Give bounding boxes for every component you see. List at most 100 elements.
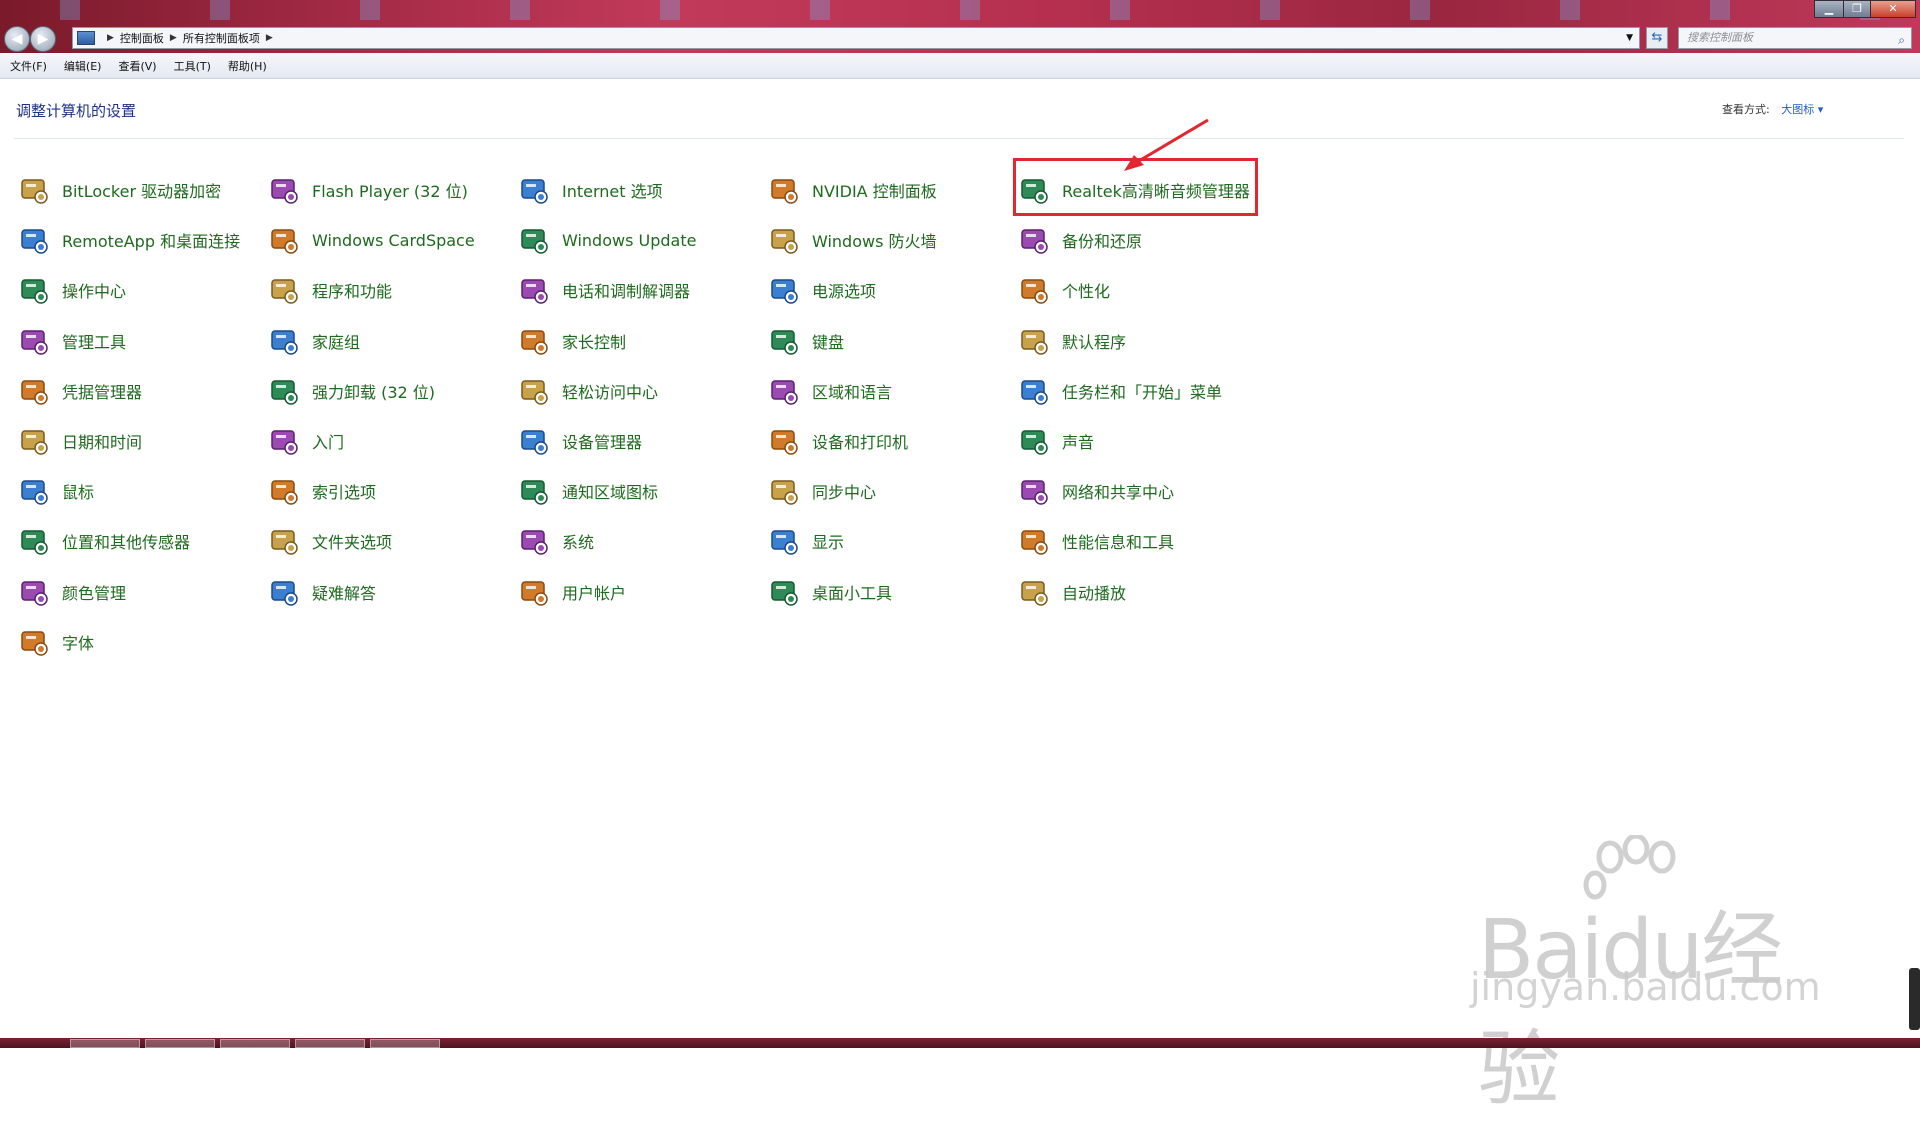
- breadcrumb-separator-icon[interactable]: ▶: [266, 33, 273, 43]
- back-button[interactable]: ◀: [4, 26, 30, 52]
- menu-tools[interactable]: 工具(T): [164, 58, 218, 74]
- control-panel-item-label: Internet 选项: [562, 182, 663, 201]
- control-panel-item[interactable]: 管理工具: [18, 323, 126, 359]
- control-panel-item[interactable]: BitLocker 驱动器加密: [18, 172, 221, 208]
- control-panel-item-label: 位置和其他传感器: [62, 533, 191, 553]
- maximize-button[interactable]: ❐: [1843, 0, 1871, 18]
- control-panel-item[interactable]: 设备和打印机: [768, 423, 908, 459]
- control-panel-item[interactable]: Flash Player (32 位): [268, 172, 468, 208]
- font-folder-icon: [18, 626, 50, 658]
- mouse-icon: [18, 475, 50, 507]
- control-panel-item[interactable]: 桌面小工具: [768, 574, 892, 610]
- refresh-button[interactable]: ⇆: [1646, 27, 1668, 49]
- getting-started-icon: [268, 425, 300, 457]
- control-panel-item[interactable]: RemoteApp 和桌面连接: [18, 222, 240, 258]
- address-dropdown-icon[interactable]: ▼: [1626, 33, 1633, 43]
- control-panel-item[interactable]: 同步中心: [768, 473, 876, 509]
- color-management-icon: [18, 576, 50, 608]
- control-panel-item-label: 网络和共享中心: [1062, 483, 1175, 503]
- close-button[interactable]: ✕: [1870, 0, 1916, 18]
- control-panel-item[interactable]: 电话和调制解调器: [518, 272, 690, 308]
- control-panel-item[interactable]: NVIDIA 控制面板: [768, 172, 937, 208]
- control-panel-item[interactable]: 网络和共享中心: [1018, 473, 1174, 509]
- user-accounts-icon: [518, 576, 550, 608]
- firewall-brick-icon: [768, 224, 800, 256]
- control-panel-item[interactable]: Windows 防火墙: [768, 222, 937, 258]
- troubleshoot-icon: [268, 576, 300, 608]
- control-panel-item-label: 用户帐户: [562, 583, 627, 603]
- credential-vault-icon: [18, 375, 50, 407]
- control-panel-item[interactable]: 字体: [18, 624, 94, 660]
- control-panel-item[interactable]: 疑难解答: [268, 574, 376, 610]
- control-panel-item[interactable]: 系统: [518, 523, 594, 559]
- control-panel-item[interactable]: 轻松访问中心: [518, 373, 658, 409]
- control-panel-item[interactable]: 操作中心: [18, 272, 126, 308]
- control-panel-item[interactable]: 备份和还原: [1018, 222, 1142, 258]
- address-bar[interactable]: ▶ 控制面板 ▶ 所有控制面板项 ▶ ▼: [72, 27, 1640, 49]
- breadcrumb-separator-icon[interactable]: ▶: [170, 33, 177, 43]
- control-panel-item-label: 字体: [62, 633, 95, 653]
- control-panel-item[interactable]: 显示: [768, 523, 844, 559]
- menu-view[interactable]: 查看(V): [108, 58, 163, 74]
- search-input[interactable]: 搜索控制面板 ⌕: [1678, 27, 1912, 49]
- menu-help[interactable]: 帮助(H): [218, 58, 274, 74]
- control-panel-item[interactable]: Windows Update: [518, 222, 696, 258]
- taskbar-button[interactable]: [295, 1039, 365, 1048]
- control-panel-item-label: NVIDIA 控制面板: [812, 182, 937, 201]
- control-panel-item[interactable]: 用户帐户: [518, 574, 626, 610]
- control-panel-item[interactable]: 凭据管理器: [18, 373, 142, 409]
- control-panel-item-label: 显示: [812, 533, 845, 553]
- forward-button[interactable]: ▶: [30, 26, 56, 52]
- menu-edit[interactable]: 编辑(E): [54, 58, 109, 74]
- control-panel-item[interactable]: 索引选项: [268, 473, 376, 509]
- phone-modem-icon: [518, 274, 550, 306]
- page-title: 调整计算机的设置: [16, 102, 137, 120]
- control-panel-item[interactable]: 位置和其他传感器: [18, 523, 190, 559]
- control-panel-item-label: 文件夹选项: [312, 533, 393, 553]
- control-panel-item[interactable]: 默认程序: [1018, 323, 1126, 359]
- autoplay-icon: [1018, 576, 1050, 608]
- control-panel-item[interactable]: 颜色管理: [18, 574, 126, 610]
- control-panel-item-label: 程序和功能: [312, 282, 393, 302]
- control-panel-item[interactable]: 强力卸载 (32 位): [268, 373, 435, 409]
- control-panel-item[interactable]: 任务栏和「开始」菜单: [1018, 373, 1222, 409]
- breadcrumb-separator-icon[interactable]: ▶: [107, 33, 114, 43]
- folder-options-icon: [268, 525, 300, 557]
- taskbar-button[interactable]: [370, 1039, 440, 1048]
- cardspace-icon: [268, 224, 300, 256]
- taskbar-button[interactable]: [70, 1039, 140, 1048]
- calendar-clock-icon: [18, 425, 50, 457]
- taskbar-button[interactable]: [145, 1039, 215, 1048]
- control-panel-item[interactable]: 程序和功能: [268, 272, 392, 308]
- control-panel-item[interactable]: 入门: [268, 423, 344, 459]
- control-panel-item[interactable]: 家长控制: [518, 323, 626, 359]
- control-panel-item[interactable]: 区域和语言: [768, 373, 892, 409]
- control-panel-item[interactable]: 鼠标: [18, 473, 94, 509]
- control-panel-item[interactable]: Windows CardSpace: [268, 222, 475, 258]
- control-panel-item[interactable]: 键盘: [768, 323, 844, 359]
- control-panel-item-label: 设备和打印机: [812, 433, 909, 452]
- minimize-button[interactable]: ▁: [1814, 0, 1844, 18]
- taskbar-button[interactable]: [220, 1039, 290, 1048]
- control-panel-item-label: 声音: [1062, 433, 1095, 452]
- control-panel-item[interactable]: 通知区域图标: [518, 473, 658, 509]
- control-panel-item[interactable]: 文件夹选项: [268, 523, 392, 559]
- control-panel-item[interactable]: 家庭组: [268, 323, 360, 359]
- personalization-icon: [1018, 274, 1050, 306]
- control-panel-item[interactable]: 性能信息和工具: [1018, 523, 1174, 559]
- control-panel-item[interactable]: 个性化: [1018, 272, 1110, 308]
- breadcrumb-all-items[interactable]: 所有控制面板项: [183, 30, 260, 46]
- annotation-arrow-icon: [1124, 118, 1209, 171]
- control-panel-item[interactable]: 声音: [1018, 423, 1094, 459]
- control-panel-item-label: 管理工具: [62, 332, 127, 352]
- search-icon[interactable]: ⌕: [1898, 30, 1905, 50]
- control-panel-item[interactable]: 设备管理器: [518, 423, 642, 459]
- control-panel-item[interactable]: 电源选项: [768, 272, 876, 308]
- view-by-dropdown[interactable]: 大图标 ▾: [1781, 103, 1823, 116]
- breadcrumb-control-panel[interactable]: 控制面板: [120, 30, 164, 46]
- menu-file[interactable]: 文件(F): [0, 58, 54, 74]
- control-panel-item[interactable]: 日期和时间: [18, 423, 142, 459]
- scrollbar-thumb[interactable]: [1909, 968, 1920, 1030]
- control-panel-item[interactable]: 自动播放: [1018, 574, 1126, 610]
- control-panel-item[interactable]: Internet 选项: [518, 172, 663, 208]
